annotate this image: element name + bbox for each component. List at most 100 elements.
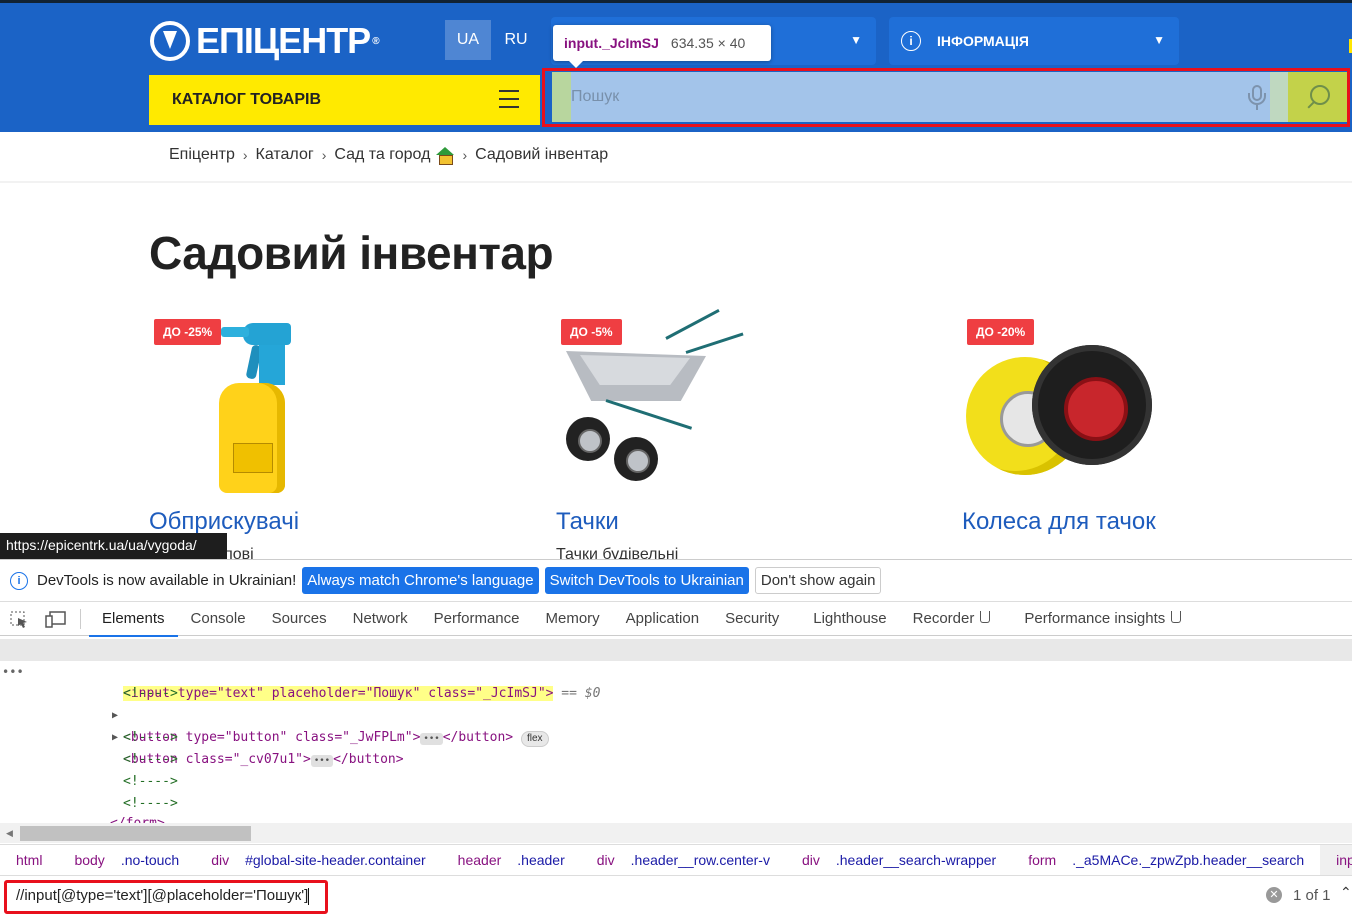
crumb-class: ._a5MACe._zpwZpb.header__search: [1072, 852, 1305, 868]
notice-text: DevTools is now available in Ukrainian!: [37, 572, 297, 589]
info-menu-label: ІНФОРМАЦІЯ: [937, 33, 1029, 49]
horizontal-scrollbar[interactable]: ◀: [0, 823, 1352, 843]
devtools-tabbar: Elements Console Sources Network Perform…: [0, 602, 1352, 637]
tab-network[interactable]: Network: [340, 602, 421, 636]
search-form: [552, 72, 1347, 122]
tab-performance-insights[interactable]: Performance insights: [1011, 602, 1194, 636]
tab-elements[interactable]: Elements: [89, 602, 178, 637]
tree-node-selected[interactable]: ••• <input type="text" placeholder="Пошу…: [0, 639, 1352, 701]
microphone-icon[interactable]: [1246, 85, 1268, 111]
experiment-icon: [980, 610, 991, 623]
dont-show-again-button[interactable]: Don't show again: [754, 567, 882, 594]
device-toolbar-icon[interactable]: [44, 609, 72, 629]
previous-match-icon[interactable]: ⌃: [1340, 884, 1352, 901]
tab-performance[interactable]: Performance: [421, 602, 533, 636]
crumb-class: #global-site-header.container: [245, 852, 426, 868]
logo[interactable]: ЕПІЦЕНТР ®: [150, 19, 380, 63]
tree-node[interactable]: <!---->: [0, 771, 1352, 793]
lang-ru-button[interactable]: RU: [493, 20, 539, 60]
breadcrumb-separator: ›: [242, 147, 248, 163]
category-title[interactable]: Колеса для тачок: [962, 508, 1156, 536]
category-card[interactable]: ДО -5% Тачки Тачки будівельні: [556, 309, 946, 563]
dom-crumb[interactable]: div .header__search-wrapper: [786, 852, 1012, 868]
crumb-class: .no-touch: [120, 852, 180, 868]
crumb-element: div: [596, 852, 615, 868]
search-button[interactable]: [1288, 72, 1347, 122]
comment-node: <!---->: [123, 752, 178, 767]
chevron-down-icon: ▼: [1153, 33, 1165, 47]
tree-node[interactable]: <!---->: [0, 727, 1352, 749]
category-title[interactable]: Тачки: [556, 508, 619, 536]
breadcrumb-item[interactable]: Каталог: [256, 146, 314, 164]
scroll-left-icon[interactable]: ◀: [6, 828, 13, 839]
breadcrumb-item[interactable]: Епіцентр: [169, 146, 235, 164]
dom-crumb[interactable]: div .header__row.center-v: [581, 852, 786, 868]
category-card[interactable]: ДО -20% Колеса для тачок: [962, 317, 1352, 557]
crumb-class: .header: [517, 852, 565, 868]
house-icon: [436, 147, 455, 165]
match-language-button[interactable]: Always match Chrome's language: [302, 567, 539, 594]
tab-sources[interactable]: Sources: [259, 602, 340, 636]
devtools-panel: i DevTools is now available in Ukrainian…: [0, 559, 1352, 916]
tab-memory[interactable]: Memory: [533, 602, 613, 636]
breadcrumb-item[interactable]: Сад та город: [334, 146, 430, 164]
crumb-element: div: [211, 852, 230, 868]
elements-tree: ••• <input type="text" placeholder="Пошу…: [0, 637, 1352, 823]
tooltip-element-size: 634.35 × 40: [670, 35, 746, 51]
search-gap-overlay: [1270, 72, 1288, 122]
tab-console[interactable]: Console: [178, 602, 259, 636]
catalog-button[interactable]: КАТАЛОГ ТОВАРІВ: [149, 75, 540, 125]
crumb-class: .header__search-wrapper: [835, 852, 997, 868]
dom-crumb[interactable]: header .header: [442, 852, 581, 868]
lang-ua-button[interactable]: UA: [445, 20, 491, 60]
tree-node[interactable]: ▶ <button type="button" class="_JwFPLm">…: [0, 683, 1352, 747]
breadcrumb-separator: ›: [462, 147, 468, 163]
tab-application[interactable]: Application: [613, 602, 712, 636]
wheels-image[interactable]: [966, 345, 1166, 495]
xpath-search-input[interactable]: //input[@type='text'][@placeholder='Пошу…: [4, 880, 328, 914]
comment-node: <!---->: [123, 774, 178, 789]
sprayer-image[interactable]: [213, 319, 313, 499]
tree-node[interactable]: <!---->: [0, 661, 1352, 701]
discount-badge: ДО -20%: [967, 319, 1035, 345]
experiment-icon: [1171, 610, 1182, 623]
logo-text: ЕПІЦЕНТР: [196, 20, 371, 61]
switch-language-button[interactable]: Switch DevTools to Ukrainian: [544, 567, 749, 594]
tab-security[interactable]: Security: [712, 602, 792, 636]
divider: [80, 608, 81, 629]
wheelbarrow-image[interactable]: [566, 309, 746, 489]
info-icon: i: [901, 31, 921, 51]
tree-node[interactable]: </form>: [0, 813, 1352, 823]
category-card[interactable]: ДО -25% Обприскувачі ...вачі помпові: [149, 317, 539, 563]
dom-crumb[interactable]: form ._a5MACe._zpwZpb.header__search: [1012, 852, 1320, 868]
breadcrumb: Епіцентр › Каталог › Сад та город › Садо…: [169, 146, 609, 165]
info-icon: i: [10, 571, 28, 590]
dom-crumb-current[interactable]: input._JcImSJ: [1320, 845, 1352, 875]
tab-lighthouse[interactable]: Lighthouse: [800, 602, 899, 636]
crumb-element: html: [16, 852, 43, 868]
tab-recorder[interactable]: Recorder: [900, 602, 1004, 636]
search-input[interactable]: [571, 72, 1271, 122]
scrollbar-thumb[interactable]: [20, 826, 251, 841]
info-menu[interactable]: i ІНФОРМАЦІЯ ▼: [889, 17, 1179, 65]
breadcrumb-current: Садовий інвентар: [475, 146, 609, 163]
dom-crumb[interactable]: html: [0, 852, 58, 868]
clear-icon[interactable]: ✕: [1266, 887, 1282, 903]
inspect-element-icon[interactable]: [8, 609, 36, 629]
text-cursor: [308, 887, 310, 905]
tab-performance-insights-label: Performance insights: [1024, 609, 1166, 627]
find-bar: //input[@type='text'][@placeholder='Пошу…: [0, 877, 1352, 916]
discount-badge: ДО -5%: [561, 319, 622, 345]
form-close-node: </form>: [110, 813, 165, 823]
dom-crumb[interactable]: div #global-site-header.container: [195, 852, 441, 868]
discount-badge: ДО -25%: [154, 319, 222, 345]
tree-node[interactable]: ▶ <button class="_cv07u1"> ••• </button>: [0, 705, 1352, 767]
comment-node: <!---->: [123, 730, 178, 745]
tree-node[interactable]: <!---->: [0, 793, 1352, 815]
dom-crumb[interactable]: body .no-touch: [58, 852, 195, 868]
category-title[interactable]: Обприскувачі: [149, 508, 299, 536]
tree-node[interactable]: <!---->: [0, 749, 1352, 771]
crumb-element: header: [457, 852, 502, 868]
logo-registered-mark: ®: [372, 35, 379, 47]
crumb-class: .header__row.center-v: [630, 852, 770, 868]
